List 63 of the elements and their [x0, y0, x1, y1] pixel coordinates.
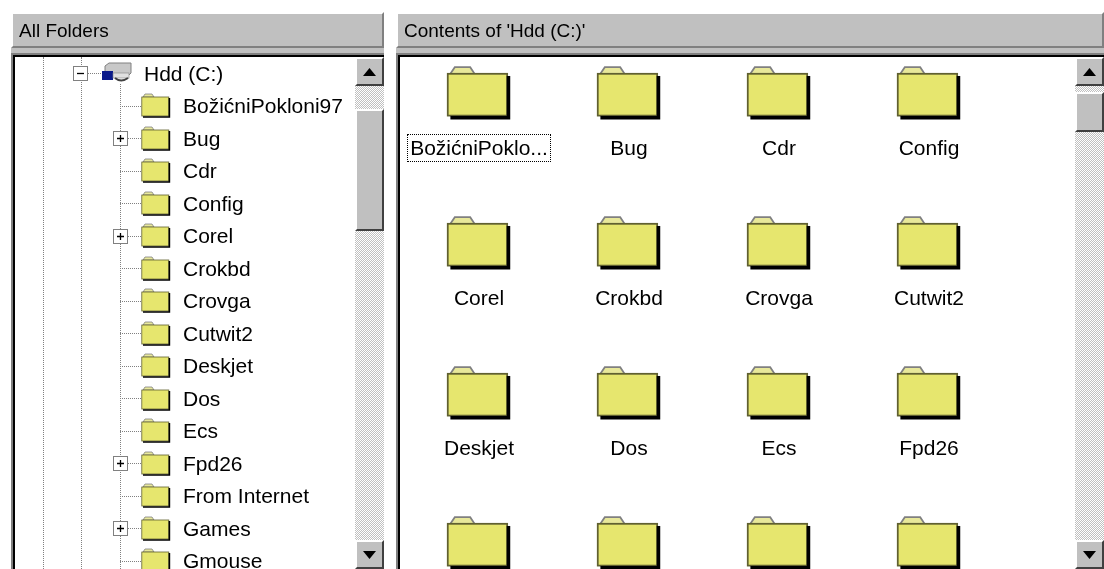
expand-toggle[interactable]: [113, 228, 128, 244]
folder-label[interactable]: Config: [895, 134, 963, 162]
up-arrow-icon: [363, 67, 376, 76]
folder-label[interactable]: Cdr: [759, 134, 799, 162]
tree-item[interactable]: Cdr: [183, 159, 217, 183]
folder-icon: [446, 365, 512, 420]
folder-label[interactable]: Dos: [607, 434, 651, 462]
folder-label[interactable]: Bug: [607, 134, 651, 162]
folder-icon: [596, 215, 662, 270]
tree-item[interactable]: Cutwit2: [183, 321, 254, 345]
scroll-up-button[interactable]: [1075, 57, 1104, 86]
folder-label[interactable]: Deskjet: [441, 434, 517, 462]
tree-item[interactable]: From Internet: [183, 484, 310, 508]
down-arrow-icon: [363, 550, 376, 559]
scroll-up-button[interactable]: [355, 57, 384, 86]
tree-item[interactable]: Bug: [183, 126, 221, 150]
tree-item[interactable]: Dos: [183, 386, 221, 410]
up-arrow-icon: [1083, 67, 1096, 76]
tree-item[interactable]: Gmouse: [183, 549, 263, 569]
folder-icon: [746, 215, 812, 270]
tree-item[interactable]: Config: [183, 191, 244, 215]
expand-toggle[interactable]: [113, 131, 128, 147]
scrollbar-thumb[interactable]: [1075, 92, 1104, 132]
tree-item[interactable]: Crokbd: [183, 256, 251, 280]
folder-label[interactable]: Fpd26: [896, 434, 962, 462]
tree-item[interactable]: BožićniPokloni97: [183, 94, 343, 118]
folder-icon: [896, 215, 962, 270]
scroll-down-button[interactable]: [355, 540, 384, 569]
plus-icon: [115, 133, 126, 145]
folder-label[interactable]: Corel: [450, 284, 508, 312]
tree-item[interactable]: Deskjet: [183, 354, 254, 378]
tree-item[interactable]: Fpd26: [183, 451, 243, 475]
folder-label[interactable]: Crokbd: [592, 284, 666, 312]
expand-toggle[interactable]: [113, 521, 128, 537]
tree-item[interactable]: Hdd (C:): [144, 61, 224, 85]
folder-label[interactable]: Cutwit2: [891, 284, 967, 312]
folder-icon: [596, 65, 662, 120]
vertical-scrollbar[interactable]: [355, 57, 384, 569]
folder-icon: [746, 365, 812, 420]
tree-item[interactable]: Corel: [183, 224, 234, 248]
expand-toggle[interactable]: [113, 456, 128, 472]
plus-icon: [115, 230, 126, 242]
plus-icon: [115, 458, 126, 470]
folder-label[interactable]: Crovga: [742, 284, 816, 312]
scrollbar-thumb[interactable]: [355, 109, 384, 231]
folder-icon: [446, 215, 512, 270]
folder-icon: [896, 365, 962, 420]
folder-icon: [746, 65, 812, 120]
folder-icon: [446, 65, 512, 120]
folder-icon: [596, 365, 662, 420]
scroll-down-button[interactable]: [1075, 540, 1104, 569]
folder-label[interactable]: Ecs: [758, 434, 800, 462]
folder-icon: [896, 65, 962, 120]
tree-item[interactable]: Crovga: [183, 289, 251, 313]
pane-header: All Folders: [11, 12, 384, 48]
tree-item[interactable]: Ecs: [183, 419, 218, 443]
folder-label[interactable]: BožićniPoklo...: [407, 134, 551, 162]
pane-header: Contents of 'Hdd (C:)': [396, 12, 1104, 48]
plus-icon: [115, 523, 126, 535]
tree-item[interactable]: Games: [183, 516, 251, 540]
collapse-toggle[interactable]: [73, 66, 88, 82]
vertical-scrollbar[interactable]: [1075, 57, 1104, 569]
down-arrow-icon: [1083, 550, 1096, 559]
